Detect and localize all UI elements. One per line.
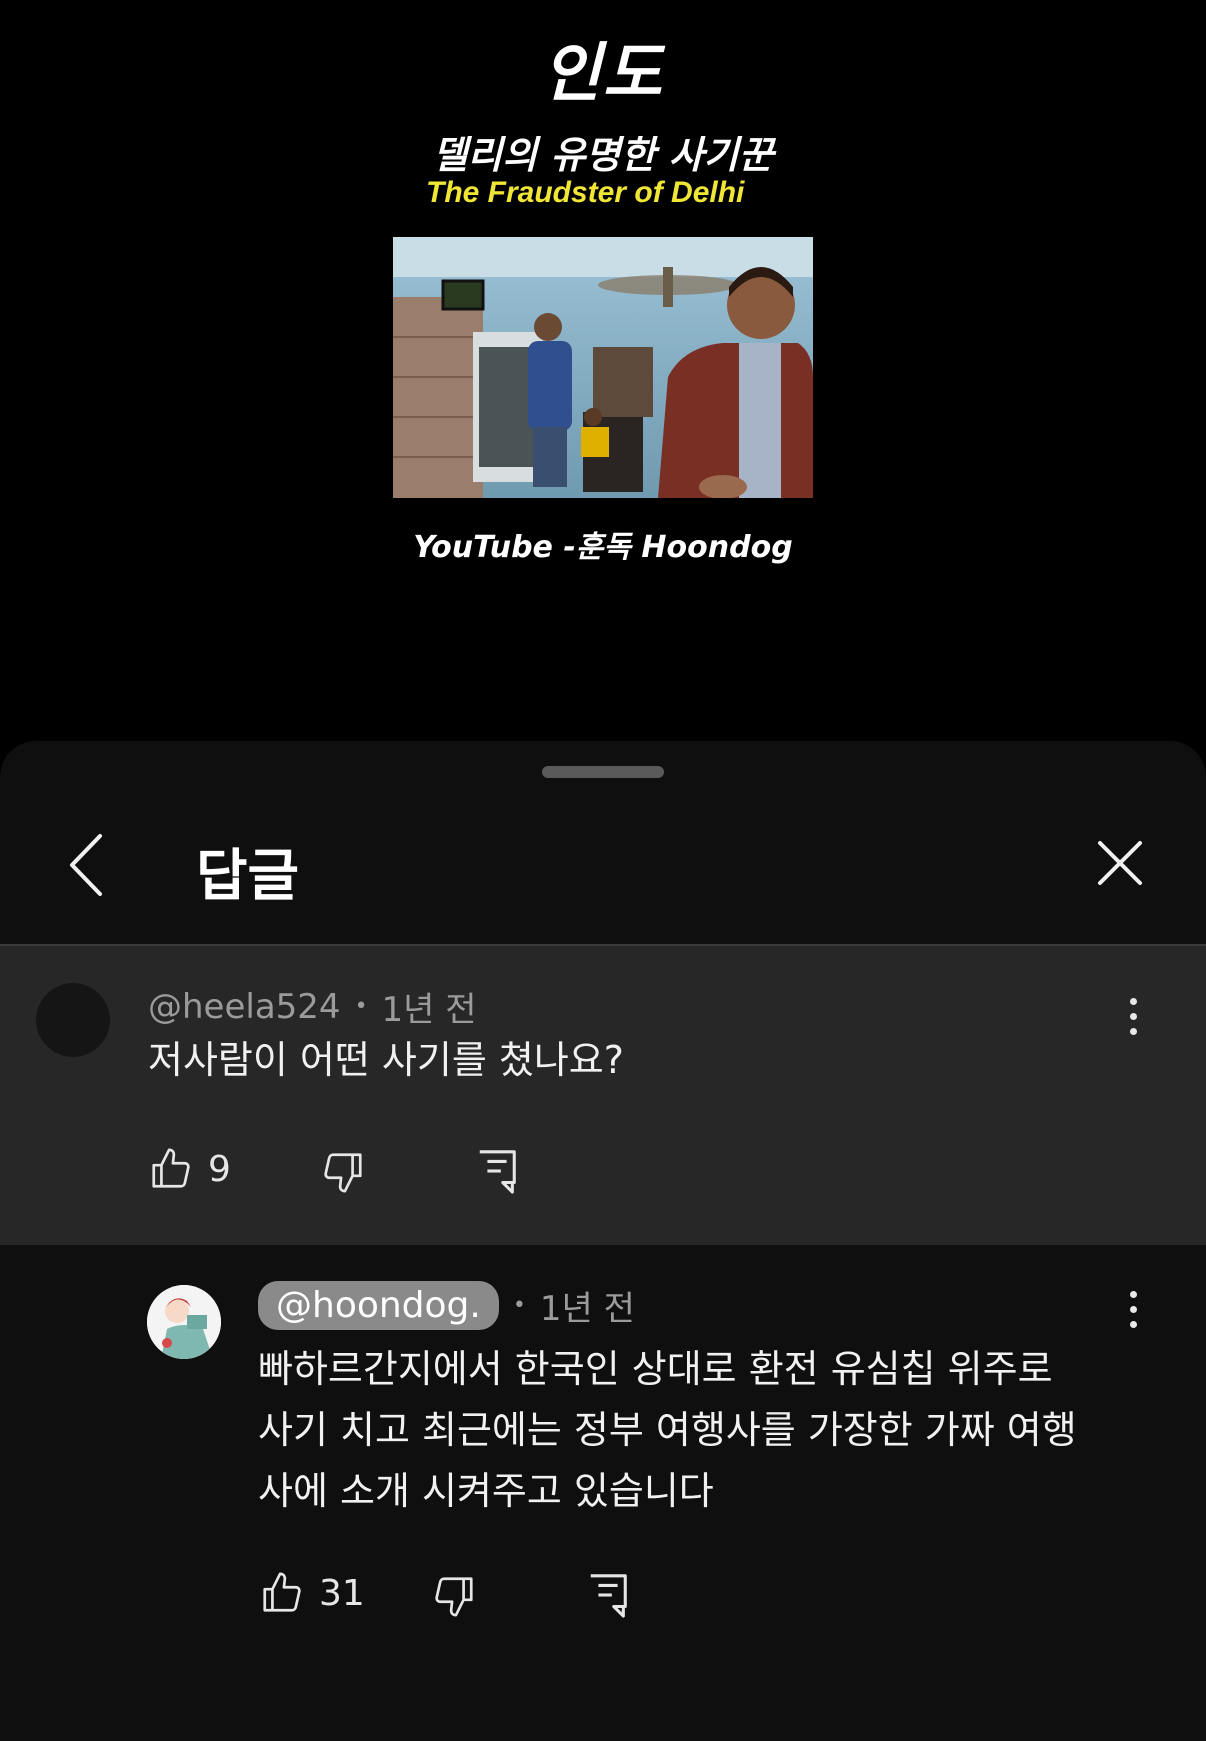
reply-comment: @hoondog. • 1년 전 빠하르간지에서 한국인 상대로 환전 유심칩 … (0, 1245, 1206, 1741)
reply-button[interactable] (474, 1146, 520, 1196)
comment-meta: @heela524 • 1년 전 (148, 982, 477, 1031)
video-credit: YouTube -훈독 Hoondog (413, 530, 793, 565)
comment-text-line: 빠하르간지에서 한국인 상대로 환전 유심칩 위주로 (258, 1347, 1053, 1391)
like-button[interactable]: 9 (148, 1146, 231, 1192)
thumb-up-icon (152, 1148, 190, 1188)
close-button[interactable] (1090, 831, 1150, 895)
video-thumbnail-image (393, 237, 813, 498)
comment-text: 저사람이 어떤 사기를 쳤나요? (148, 1038, 624, 1082)
comment-time: 1년 전 (539, 1289, 635, 1329)
chevron-left-icon (70, 834, 102, 896)
avatar[interactable] (147, 1285, 221, 1359)
parent-comment: @heela524 • 1년 전 저사람이 어떤 사기를 쳤나요? 9 (0, 946, 1206, 1245)
comment-text-line: 사기 치고 최근에는 정부 여행사를 가장한 가짜 여행 (258, 1408, 1077, 1452)
reply-button[interactable] (585, 1570, 631, 1620)
more-vert-icon (1129, 1290, 1137, 1298)
video-title-main: 인도 (542, 37, 664, 111)
drag-handle[interactable] (542, 766, 664, 778)
separator-dot: • (512, 1293, 526, 1318)
comment-author-chip[interactable]: @hoondog. (258, 1281, 499, 1330)
comment-meta: @hoondog. • 1년 전 (258, 1281, 635, 1330)
comment-text-line: 사에 소개 시켜주고 있습니다 (258, 1469, 714, 1513)
dislike-button[interactable] (320, 1149, 366, 1195)
comment-icon (590, 1574, 627, 1618)
video-title-english: The Fraudster of Delhi (426, 176, 745, 209)
thumb-down-icon (435, 1577, 473, 1617)
video-player[interactable]: 인도 델리의 유명한 사기꾼 The Fraudster of Delhi Yo… (0, 0, 1206, 740)
comment-text: 빠하르간지에서 한국인 상대로 환전 유심칩 위주로 사기 치고 최근에는 정부… (258, 1339, 1077, 1522)
separator-dot: • (354, 994, 368, 1019)
thumb-up-icon (263, 1572, 301, 1612)
close-icon (1098, 841, 1142, 885)
like-button[interactable]: 31 (259, 1570, 365, 1616)
more-options-button[interactable] (1113, 1279, 1153, 1339)
dislike-button[interactable] (431, 1573, 477, 1619)
like-count: 9 (208, 1148, 231, 1190)
sheet-title: 답글 (196, 844, 300, 909)
replies-sheet: 답글 @heela524 • 1년 전 저사람이 어떤 사기를 쳤나요? 9 @… (0, 741, 1206, 1741)
comment-icon (479, 1150, 516, 1194)
like-count: 31 (319, 1572, 365, 1614)
video-title-sub: 델리의 유명한 사기꾼 (432, 133, 774, 177)
back-button[interactable] (56, 827, 116, 903)
comment-author[interactable]: @heela524 (148, 987, 341, 1027)
avatar[interactable] (36, 983, 110, 1057)
more-vert-icon (1129, 997, 1137, 1005)
more-options-button[interactable] (1113, 986, 1153, 1046)
sheet-header: 답글 (0, 801, 1206, 945)
comment-time: 1년 전 (381, 990, 477, 1030)
thumb-down-icon (324, 1153, 362, 1193)
